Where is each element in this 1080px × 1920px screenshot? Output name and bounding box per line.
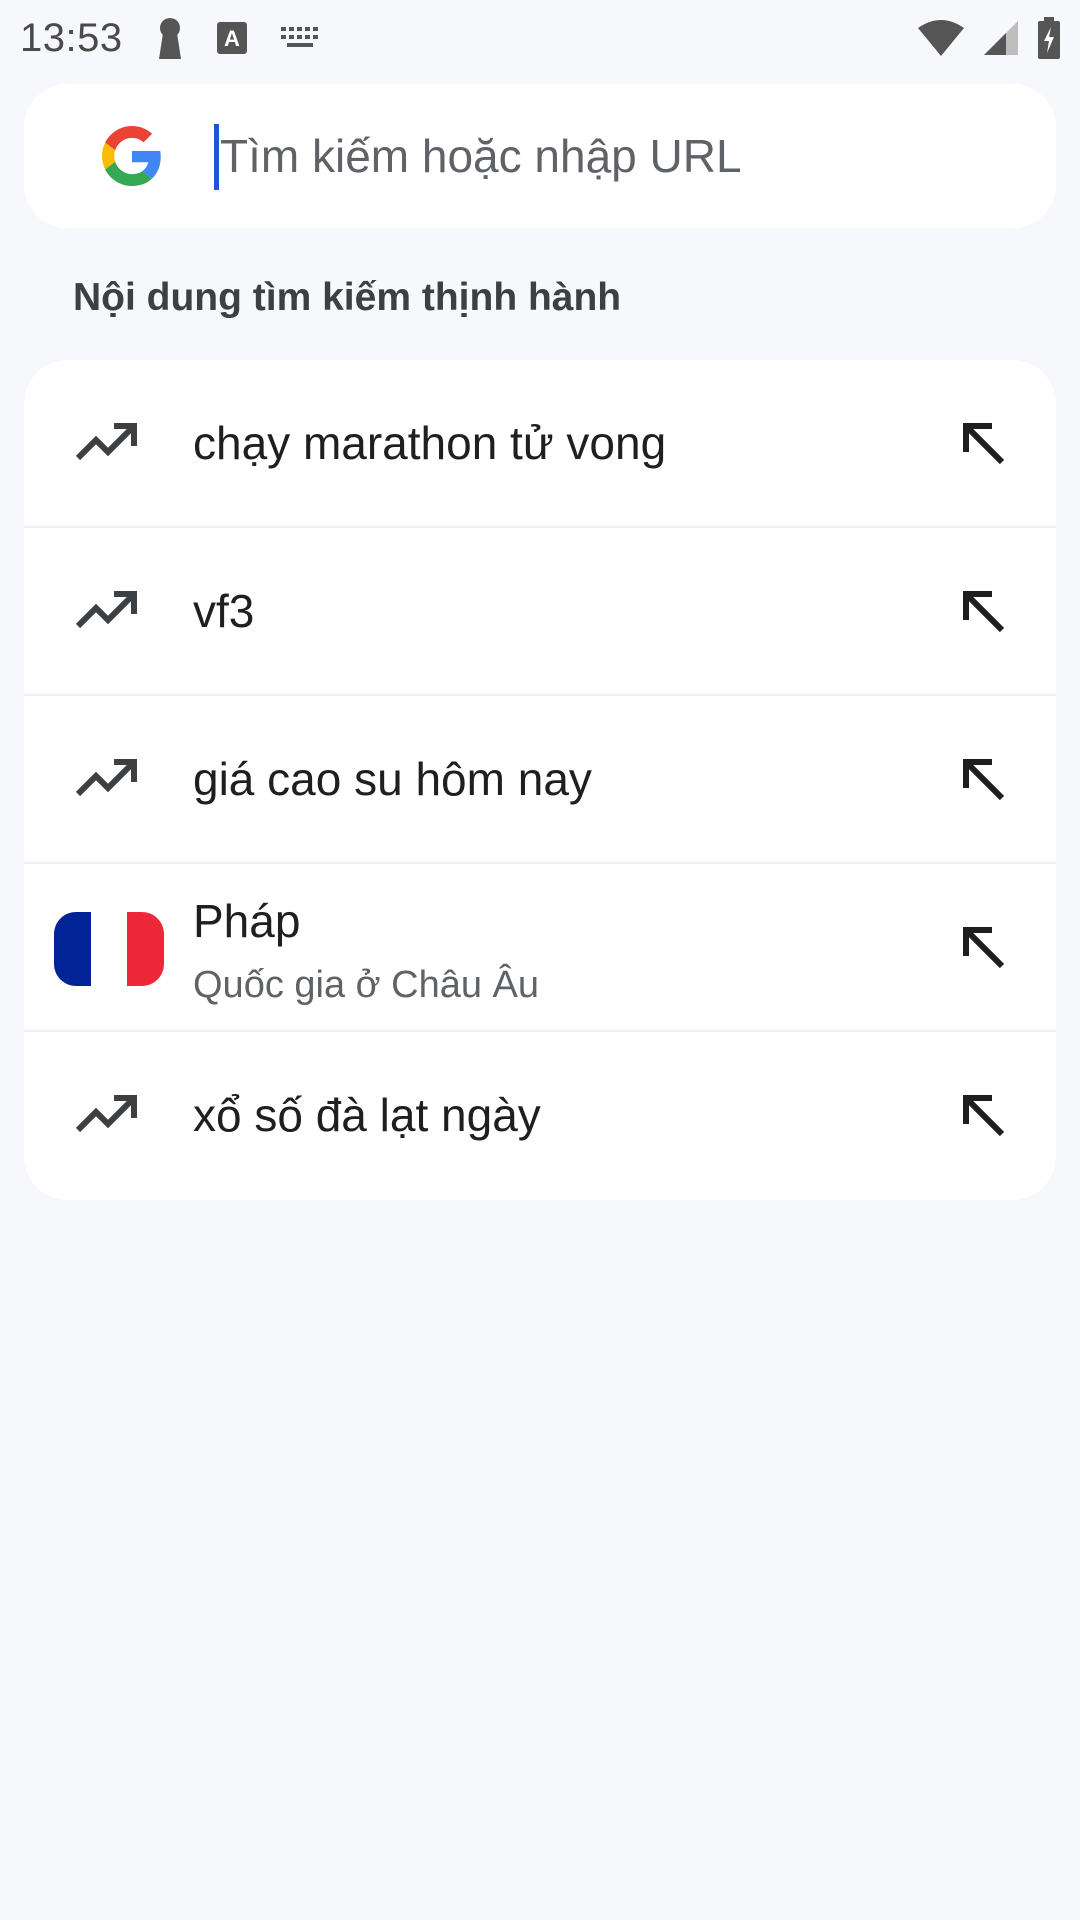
suggestion-item[interactable]: giá cao su hôm nay: [24, 696, 1056, 864]
status-time: 13:53: [20, 15, 123, 60]
status-bar: 13:53 A: [0, 0, 1080, 76]
suggestion-label: Pháp: [193, 895, 301, 947]
google-logo-icon: [102, 126, 161, 186]
fill-query-arrow-icon[interactable]: [956, 416, 1012, 472]
flag-stripe-blue: [54, 912, 91, 986]
wifi-icon: [918, 20, 964, 56]
trending-section-title: Nội dung tìm kiếm thịnh hành: [73, 276, 622, 319]
france-flag-icon: [54, 912, 164, 986]
status-notification-icons: A: [157, 17, 321, 59]
trending-up-icon: [75, 423, 137, 461]
trending-suggestions-list: chạy marathon tử vong vf3 giá cao su hôm…: [24, 360, 1056, 1200]
signal-icon: [984, 21, 1018, 55]
suggestion-label: xổ số đà lạt ngày: [193, 1089, 541, 1141]
search-bar[interactable]: [24, 84, 1056, 228]
search-input[interactable]: [220, 120, 1020, 192]
suggestion-item[interactable]: vf3: [24, 528, 1056, 696]
fill-query-arrow-icon[interactable]: [956, 920, 1012, 976]
fill-query-arrow-icon[interactable]: [956, 1088, 1012, 1144]
text-cursor: [214, 124, 219, 190]
suggestion-item[interactable]: xổ số đà lạt ngày: [24, 1032, 1056, 1200]
suggestion-label: chạy marathon tử vong: [193, 417, 667, 469]
fill-query-arrow-icon[interactable]: [956, 752, 1012, 808]
fill-query-arrow-icon[interactable]: [956, 584, 1012, 640]
trending-up-icon: [75, 759, 137, 797]
suggestion-label: giá cao su hôm nay: [193, 753, 592, 805]
svg-text:A: A: [224, 26, 240, 51]
suggestion-sublabel: Quốc gia ở Châu Âu: [193, 964, 540, 1006]
trending-up-icon: [75, 591, 137, 629]
flag-stripe-red: [127, 912, 164, 986]
status-system-icons: [918, 17, 1060, 59]
a-box-icon: A: [216, 22, 247, 54]
flag-stripe-white: [90, 912, 128, 986]
trending-up-icon: [75, 1095, 137, 1133]
suggestion-item[interactable]: Pháp Quốc gia ở Châu Âu: [24, 864, 1056, 1032]
keyboard-icon: [280, 27, 318, 47]
keyhole-icon: [158, 18, 181, 59]
suggestion-item[interactable]: chạy marathon tử vong: [24, 360, 1056, 528]
battery-charging-icon: [1038, 17, 1060, 59]
suggestion-label: vf3: [193, 585, 255, 637]
